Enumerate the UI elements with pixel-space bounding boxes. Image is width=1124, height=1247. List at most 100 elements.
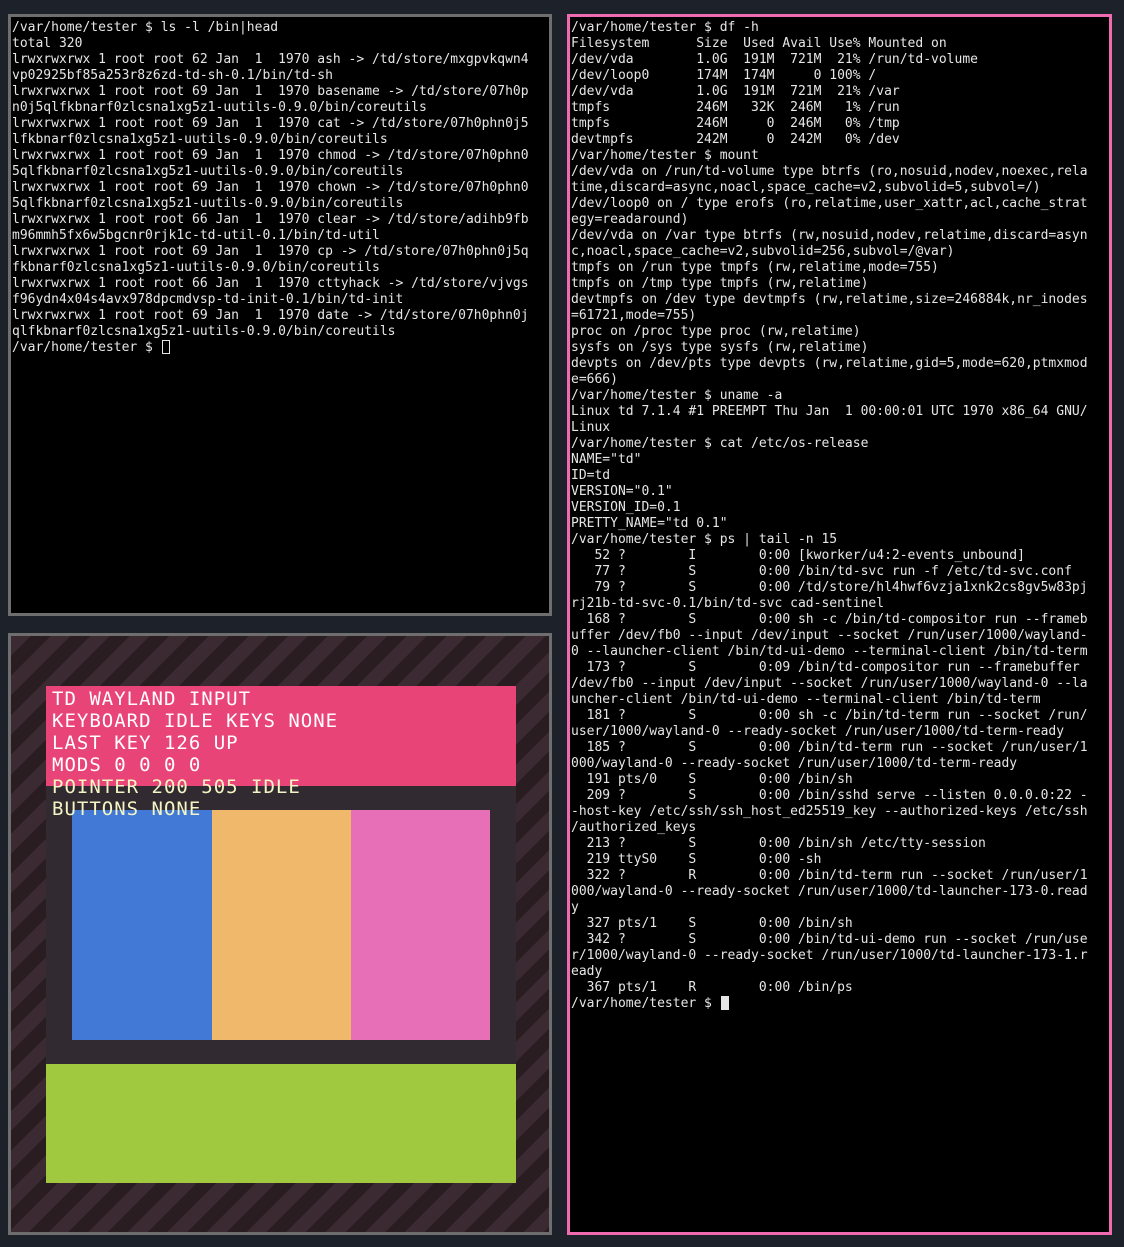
terminal-line: proc on /proc type proc (rw,relatime) [571, 324, 861, 339]
terminal-line: egy=readaround) [571, 212, 689, 227]
status-line: BUTTONS NONE [52, 798, 202, 820]
terminal-line: n0j5qlfkbnarf0zlcsna1xg5z1-uutils-0.9.0/… [12, 100, 427, 115]
status-text: TD WAYLAND INPUT KEYBOARD IDLE KEYS NONE L… [52, 688, 338, 820]
terminal-line: 5qlfkbnarf0zlcsna1xg5z1-uutils-0.9.0/bin… [12, 196, 404, 211]
terminal-line: m96mmh5fx6w5bgcnr0rjk1c-td-util-0.1/bin/… [12, 228, 380, 243]
terminal-output: /var/home/tester $ df -h Filesystem Size … [571, 20, 1109, 1012]
terminal-line: VERSION="0.1" [571, 484, 673, 499]
terminal-line: 5qlfkbnarf0zlcsna1xg5z1-uutils-0.9.0/bin… [12, 164, 404, 179]
terminal-line: /dev/vda 1.0G 191M 721M 21% /run/td-volu… [571, 52, 978, 67]
terminal-line: lrwxrwxrwx 1 root root 69 Jan 1 1970 bas… [12, 84, 529, 99]
prompt-line[interactable]: /var/home/tester $ [571, 996, 1109, 1012]
terminal-line: devtmpfs on /dev type devtmpfs (rw,relat… [571, 292, 1088, 307]
terminal-line: /authorized_keys [571, 820, 697, 835]
terminal-line: NAME="td" [571, 452, 642, 467]
terminal-line: 191 pts/0 S 0:00 /bin/sh [571, 772, 853, 787]
terminal-line: vp02925bf85a253r8z6zd-td-sh-0.1/bin/td-s… [12, 68, 333, 83]
terminal-line: /dev/vda on /var type btrfs (rw,nosuid,n… [571, 228, 1088, 243]
terminal-line: total 320 [12, 36, 83, 51]
blue-swatch [72, 810, 212, 1040]
terminal-line: f96ydn4x04s4avx978dpcmdvsp-td-init-0.1/b… [12, 292, 404, 307]
terminal-line: 168 ? S 0:00 sh -c /bin/td-compositor ru… [571, 612, 1088, 627]
terminal-line: 322 ? R 0:00 /bin/td-term run --socket /… [571, 868, 1088, 883]
terminal-line: 173 ? S 0:09 /bin/td-compositor run --fr… [571, 660, 1080, 675]
text-cursor [720, 996, 729, 1010]
terminal-line: /dev/loop0 on / type erofs (ro,relatime,… [571, 196, 1088, 211]
terminal-line: /var/home/tester $ cat /etc/os-release [571, 436, 869, 451]
terminal-line: tmpfs on /tmp type tmpfs (rw,relatime) [571, 276, 869, 291]
terminal-line: 342 ? S 0:00 /bin/td-ui-demo run --socke… [571, 932, 1088, 947]
terminal-line: 327 pts/1 S 0:00 /bin/sh [571, 916, 853, 931]
terminal-line: /var/home/tester $ df -h [571, 20, 759, 35]
terminal-line: lrwxrwxrwx 1 root root 69 Jan 1 1970 cat… [12, 116, 529, 131]
terminal-line: time,discard=async,noacl,space_cache=v2,… [571, 180, 1041, 195]
terminal-line: devtmpfs 242M 0 242M 0% /dev [571, 132, 900, 147]
demo-frame: TD WAYLAND INPUT KEYBOARD IDLE KEYS NONE L… [46, 686, 518, 1184]
terminal-line: Linux td 7.1.4 #1 PREEMPT Thu Jan 1 00:0… [571, 404, 1088, 419]
status-line: POINTER 200 505 IDLE [52, 776, 301, 798]
wayland-input-demo-window[interactable]: TD WAYLAND INPUT KEYBOARD IDLE KEYS NONE L… [8, 633, 552, 1235]
terminal-line: /dev/loop0 174M 174M 0 100% / [571, 68, 877, 83]
text-cursor [161, 340, 170, 354]
green-bar [46, 1064, 516, 1183]
terminal-line: Filesystem Size Used Avail Use% Mounted … [571, 36, 947, 51]
terminal-line: /var/home/tester $ uname -a [571, 388, 783, 403]
status-line: MODS 0 0 0 0 [52, 754, 202, 776]
terminal-line: /var/home/tester $ ls -l /bin|head [12, 20, 279, 35]
terminal-line: lrwxrwxrwx 1 root root 69 Jan 1 1970 chm… [12, 148, 529, 163]
terminal-line: /dev/fb0 --input /dev/input --socket /ru… [571, 676, 1088, 691]
terminal-line: 219 ttyS0 S 0:00 -sh [571, 852, 822, 867]
status-line: TD WAYLAND INPUT [52, 688, 252, 710]
terminal-line: /var/home/tester $ mount [571, 148, 759, 163]
terminal-line: rj21b-td-svc-0.1/bin/td-svc cad-sentinel [571, 596, 885, 611]
terminal-output: /var/home/tester $ ls -l /bin|head total … [12, 20, 549, 356]
terminal-line: 185 ? S 0:00 /bin/td-term run --socket /… [571, 740, 1088, 755]
terminal-line: lrwxrwxrwx 1 root root 69 Jan 1 1970 cp … [12, 244, 529, 259]
terminal-line: lrwxrwxrwx 1 root root 66 Jan 1 1970 ctt… [12, 276, 529, 291]
terminal-line: lrwxrwxrwx 1 root root 62 Jan 1 1970 ash… [12, 52, 529, 67]
orange-swatch [212, 810, 351, 1040]
terminal-line: 367 pts/1 R 0:00 /bin/ps [571, 980, 853, 995]
terminal-line: -host-key /etc/ssh/ssh_host_ed25519_key … [571, 804, 1088, 819]
terminal-line: /var/home/tester $ ps | tail -n 15 [571, 532, 838, 547]
terminal-line: 0 --launcher-client /bin/td-ui-demo --te… [571, 644, 1088, 659]
terminal-line: r/1000/wayland-0 --ready-socket /run/use… [571, 948, 1088, 963]
terminal-line: qlfkbnarf0zlcsna1xg5z1-uutils-0.9.0/bin/… [12, 324, 396, 339]
terminal-line: lrwxrwxrwx 1 root root 69 Jan 1 1970 dat… [12, 308, 529, 323]
terminal-line: VERSION_ID=0.1 [571, 500, 681, 515]
terminal-line: devpts on /dev/pts type devpts (rw,relat… [571, 356, 1088, 371]
terminal-line: 213 ? S 0:00 /bin/sh /etc/tty-session [571, 836, 986, 851]
terminal-line: y [571, 900, 579, 915]
status-line: LAST KEY 126 UP [52, 732, 239, 754]
terminal-line: 000/wayland-0 --ready-socket /run/user/1… [571, 756, 1018, 771]
terminal-line: 000/wayland-0 --ready-socket /run/user/1… [571, 884, 1088, 899]
terminal-line: 52 ? I 0:00 [kworker/u4:2-events_unbound… [571, 548, 1025, 563]
terminal-line: c,noacl,space_cache=v2,subvolid=256,subv… [571, 244, 955, 259]
terminal-line: fkbnarf0zlcsna1xg5z1-uutils-0.9.0/bin/co… [12, 260, 380, 275]
terminal-line: sysfs on /sys type sysfs (rw,relatime) [571, 340, 869, 355]
terminal-line: eady [571, 964, 603, 979]
terminal-line: lrwxrwxrwx 1 root root 69 Jan 1 1970 cho… [12, 180, 529, 195]
terminal-line: Linux [571, 420, 611, 435]
pink-swatch [351, 810, 490, 1040]
prompt: /var/home/tester $ [571, 996, 720, 1011]
terminal-line: 77 ? S 0:00 /bin/td-svc run -f /etc/td-s… [571, 564, 1072, 579]
terminal-line: tmpfs 246M 32K 246M 1% /run [571, 100, 900, 115]
terminal-line: lfkbnarf0zlcsna1xg5z1-uutils-0.9.0/bin/c… [12, 132, 388, 147]
terminal-line: lrwxrwxrwx 1 root root 66 Jan 1 1970 cle… [12, 212, 529, 227]
status-line: KEYBOARD IDLE KEYS NONE [52, 710, 339, 732]
prompt: /var/home/tester $ [12, 340, 161, 355]
terminal-line: ID=td [571, 468, 611, 483]
terminal-line: uffer /dev/fb0 --input /dev/input --sock… [571, 628, 1088, 643]
terminal-line: /dev/vda on /run/td-volume type btrfs (r… [571, 164, 1088, 179]
terminal-line: e=666) [571, 372, 618, 387]
terminal-line: /dev/vda 1.0G 191M 721M 21% /var [571, 84, 900, 99]
terminal-line: user/1000/wayland-0 --ready-socket /run/… [571, 724, 1065, 739]
terminal-line: uncher-client /bin/td-ui-demo --terminal… [571, 692, 1041, 707]
prompt-line[interactable]: /var/home/tester $ [12, 340, 549, 356]
terminal-line: =61721,mode=755) [571, 308, 697, 323]
terminal-line: 79 ? S 0:00 /td/store/hl4hwf6vzja1xnk2cs… [571, 580, 1088, 595]
terminal-line: 209 ? S 0:00 /bin/sshd serve --listen 0.… [571, 788, 1088, 803]
terminal-window-right[interactable]: /var/home/tester $ df -h Filesystem Size … [567, 14, 1112, 1235]
terminal-window-left[interactable]: /var/home/tester $ ls -l /bin|head total … [8, 14, 552, 616]
